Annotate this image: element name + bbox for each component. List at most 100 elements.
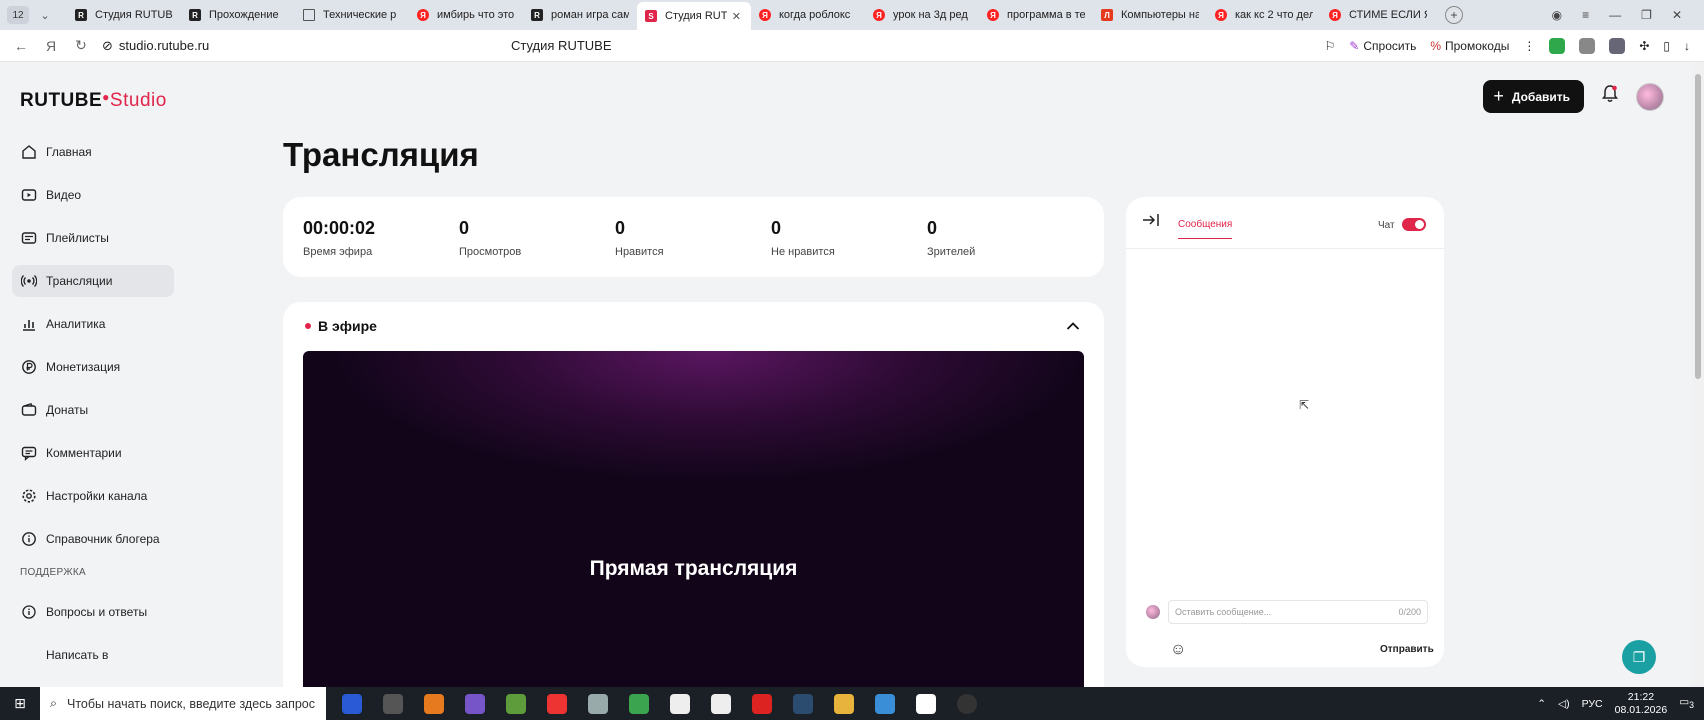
browser-tab[interactable]: S Студия RUT ✕ xyxy=(637,2,751,30)
tab-label: как кс 2 что дел xyxy=(1235,9,1313,21)
sidebar-item-label: Комментарии xyxy=(46,446,122,460)
avatar xyxy=(1146,605,1160,619)
emoji-icon[interactable]: ☺ xyxy=(1170,641,1186,659)
document-icon[interactable] xyxy=(670,693,690,714)
help-chat-button[interactable]: ❐ xyxy=(1622,640,1656,674)
shield-icon[interactable] xyxy=(1549,38,1566,54)
tab-count-badge[interactable]: 12 xyxy=(7,6,29,24)
windows-start-icon[interactable]: ⊞ xyxy=(0,695,40,712)
steam-icon[interactable] xyxy=(793,693,813,714)
browser-tab[interactable]: Яурок на 3д ред xyxy=(865,3,979,27)
reload-icon[interactable]: ↻ xyxy=(72,37,90,54)
sidebar-item-playlist[interactable]: Плейлисты xyxy=(12,222,174,254)
tab-favicon-icon: R xyxy=(531,9,543,21)
scrollbar-thumb[interactable] xyxy=(1695,74,1701,379)
download-icon[interactable]: ↓ xyxy=(1684,39,1690,53)
language-indicator[interactable]: РУС xyxy=(1582,698,1603,710)
browser-tab[interactable]: Технические р xyxy=(295,3,409,27)
notification-icon[interactable]: ▭3 xyxy=(1679,696,1694,710)
calendar-icon[interactable] xyxy=(383,693,403,714)
close-icon[interactable]: ✕ xyxy=(1672,8,1682,22)
minecraft-icon[interactable] xyxy=(506,693,526,714)
sidebar-item-video[interactable]: Видео xyxy=(12,179,174,211)
browser-tab[interactable]: Л Компьютеры на xyxy=(1093,3,1207,27)
sidebar-item-write[interactable]: Написать в xyxy=(12,639,174,671)
browser-tab[interactable]: Яимбирь что это xyxy=(409,3,523,27)
restore-icon[interactable]: ❐ xyxy=(1641,8,1652,22)
chevron-up-icon[interactable]: ⌃ xyxy=(1537,698,1546,710)
sidebar-item-gear[interactable]: Настройки канала xyxy=(12,480,174,512)
player-title: Прямая трансляция xyxy=(589,557,798,580)
browser-tab[interactable]: Якак кс 2 что дел xyxy=(1207,3,1321,27)
extension-icon[interactable] xyxy=(1609,38,1626,54)
url-field[interactable]: ⊘ studio.rutube.ru xyxy=(102,38,209,54)
clock[interactable]: 21:22 08.01.2026 xyxy=(1615,691,1668,717)
browser-tab[interactable]: Rроман игра сам xyxy=(523,3,637,27)
bookmark-icon[interactable]: ⚐ xyxy=(1325,39,1336,53)
browser-tab[interactable]: R Студия RUTUBE xyxy=(67,3,181,27)
minimize-icon[interactable]: — xyxy=(1609,8,1621,22)
video-app-icon[interactable] xyxy=(875,693,895,714)
browser-tab[interactable]: R Прохождение xyxy=(181,3,295,27)
stat-value: 0 xyxy=(927,218,938,238)
promo-button[interactable]: % Промокоды xyxy=(1430,39,1509,53)
app-icon[interactable] xyxy=(342,693,362,714)
extension-icon[interactable]: ◉ xyxy=(1552,8,1562,22)
tab-favicon-icon xyxy=(303,9,315,21)
gamepad-icon[interactable] xyxy=(465,693,485,714)
send-button[interactable]: Отправить xyxy=(1380,644,1434,655)
more-icon[interactable]: ⋮ xyxy=(1523,39,1535,53)
extension-icon[interactable] xyxy=(1579,38,1596,54)
chevron-down-icon[interactable]: ⌄ xyxy=(37,9,53,22)
ask-button[interactable]: ✎ Спросить xyxy=(1349,39,1416,53)
bell-icon[interactable] xyxy=(1602,85,1618,108)
sidebar-item-info[interactable]: Справочник блогера xyxy=(12,523,174,555)
chat-toggle-label: Чат xyxy=(1378,220,1395,231)
browser-tab[interactable]: Япрограмма в те xyxy=(979,3,1093,27)
sidebar-item-analytics[interactable]: Аналитика xyxy=(12,308,174,340)
browser-tab[interactable]: Я СТИМЕ ЕСЛИ Я xyxy=(1321,3,1435,27)
sidebar-item-faq[interactable]: Вопросы и ответы xyxy=(12,596,174,628)
tab-favicon-icon: R xyxy=(189,9,201,21)
sidebar-item-money[interactable]: Монетизация xyxy=(12,351,174,383)
video-player[interactable]: Прямая трансляция xyxy=(303,351,1084,687)
app-icon[interactable] xyxy=(916,693,936,714)
collapse-chat-icon[interactable] xyxy=(1142,213,1160,231)
page-scrollbar[interactable] xyxy=(1692,62,1704,687)
chevron-up-icon[interactable] xyxy=(1066,318,1080,334)
puzzle-icon[interactable]: ✣ xyxy=(1639,39,1649,53)
document-icon[interactable] xyxy=(711,693,731,714)
tab-messages[interactable]: Сообщения xyxy=(1178,219,1233,239)
sidebar-item-broadcast[interactable]: Трансляции xyxy=(12,265,174,297)
gear-icon xyxy=(20,487,38,505)
utorrent-icon[interactable] xyxy=(629,693,649,714)
obs-icon[interactable] xyxy=(957,693,977,714)
browser-tab[interactable]: Якогда роблокс xyxy=(751,3,865,27)
chat-toggle[interactable] xyxy=(1402,218,1426,231)
sidebar-item-home[interactable]: Главная xyxy=(12,136,174,168)
avatar[interactable] xyxy=(1636,82,1664,111)
sidebar-item-comment[interactable]: Комментарии xyxy=(12,437,174,469)
new-tab-button[interactable]: + xyxy=(1445,6,1463,24)
app-icon[interactable] xyxy=(588,693,608,714)
sidebar-item-label: Плейлисты xyxy=(46,231,109,245)
rutube-studio-logo[interactable]: RUTUBE●Studio xyxy=(20,90,167,112)
sidebar-icon[interactable]: ▯ xyxy=(1663,39,1670,53)
add-button[interactable]: + Добавить xyxy=(1483,80,1584,113)
back-icon[interactable]: ← xyxy=(12,38,30,54)
yandex-icon[interactable]: Я xyxy=(42,38,60,54)
live-header[interactable]: В эфире xyxy=(283,302,1104,350)
sidebar-item-wallet[interactable]: Донаты xyxy=(12,394,174,426)
browser-page-title: Студия RUTUBE xyxy=(511,38,612,53)
taskbar-search[interactable]: ⌕ Чтобы начать поиск, введите здесь запр… xyxy=(40,687,326,720)
yandex-icon[interactable] xyxy=(752,693,772,714)
yandex-browser-icon[interactable] xyxy=(547,693,567,714)
chat-message-input[interactable]: Оставить сообщение... 0/200 xyxy=(1168,600,1428,624)
money-icon xyxy=(20,358,38,376)
search-app-icon[interactable] xyxy=(424,693,444,714)
close-tab-icon[interactable]: ✕ xyxy=(732,10,741,23)
folder-icon[interactable] xyxy=(834,693,854,714)
volume-icon[interactable]: ◁) xyxy=(1558,698,1570,710)
menu-icon[interactable]: ≡ xyxy=(1582,8,1589,22)
tab-label: Компьютеры на xyxy=(1121,9,1199,21)
